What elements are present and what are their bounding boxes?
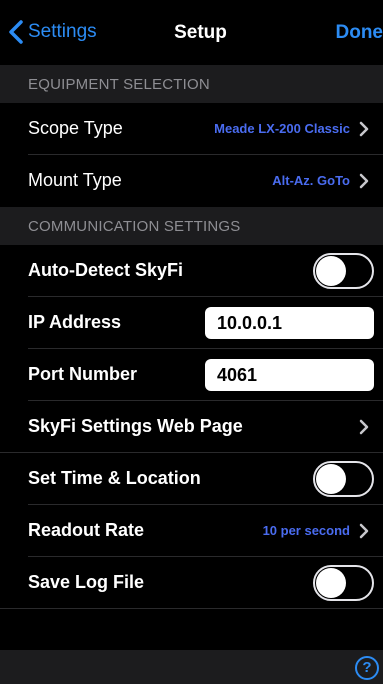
readout-rate-value: 10 per second — [262, 523, 350, 538]
mount-type-row[interactable]: Mount Type Alt-Az. GoTo — [0, 155, 383, 207]
set-time-toggle[interactable] — [313, 461, 374, 497]
web-page-row[interactable]: SkyFi Settings Web Page — [0, 401, 383, 453]
mount-type-value: Alt-Az. GoTo — [272, 173, 350, 188]
toggle-knob — [316, 256, 346, 286]
readout-rate-label: Readout Rate — [28, 520, 145, 540]
save-log-label: Save Log File — [28, 572, 145, 592]
help-icon[interactable]: ? — [355, 656, 379, 680]
ip-address-row: IP Address 10.0.0.1 — [0, 297, 383, 349]
scope-type-row[interactable]: Scope Type Meade LX-200 Classic — [0, 103, 383, 155]
section-header-equipment: EQUIPMENT SELECTION — [0, 65, 383, 103]
toggle-knob — [316, 568, 346, 598]
ip-address-label: IP Address — [28, 312, 122, 332]
set-time-label: Set Time & Location — [28, 468, 201, 488]
section-header-label: COMMUNICATION SETTINGS — [28, 218, 241, 235]
scope-type-value: Meade LX-200 Classic — [214, 121, 350, 136]
readout-rate-row[interactable]: Readout Rate 10 per second — [0, 505, 383, 557]
auto-detect-toggle[interactable] — [313, 253, 374, 289]
scope-type-label: Scope Type — [28, 118, 123, 138]
ip-address-field[interactable]: 10.0.0.1 — [205, 307, 374, 339]
set-time-row: Set Time & Location — [0, 453, 383, 505]
navigation-bar: Settings Setup Done — [0, 0, 383, 65]
chevron-right-icon — [359, 173, 369, 189]
chevron-right-icon — [359, 121, 369, 137]
auto-detect-label: Auto-Detect SkyFi — [28, 260, 184, 280]
done-button[interactable]: Done — [336, 22, 383, 44]
mount-type-label: Mount Type — [28, 170, 122, 190]
row-divider — [0, 608, 383, 609]
section-header-communication: COMMUNICATION SETTINGS — [0, 207, 383, 245]
chevron-right-icon — [359, 419, 369, 435]
auto-detect-row: Auto-Detect SkyFi — [0, 245, 383, 297]
page-title: Setup — [174, 22, 227, 43]
toggle-knob — [316, 464, 346, 494]
section-header-label: EQUIPMENT SELECTION — [28, 76, 210, 93]
chevron-right-icon — [359, 523, 369, 539]
port-number-label: Port Number — [28, 364, 138, 384]
bottom-toolbar: ? — [0, 650, 383, 684]
port-number-row: Port Number 4061 — [0, 349, 383, 401]
web-page-label: SkyFi Settings Web Page — [28, 416, 243, 436]
save-log-toggle[interactable] — [313, 565, 374, 601]
save-log-row: Save Log File — [0, 557, 383, 609]
port-number-field[interactable]: 4061 — [205, 359, 374, 391]
